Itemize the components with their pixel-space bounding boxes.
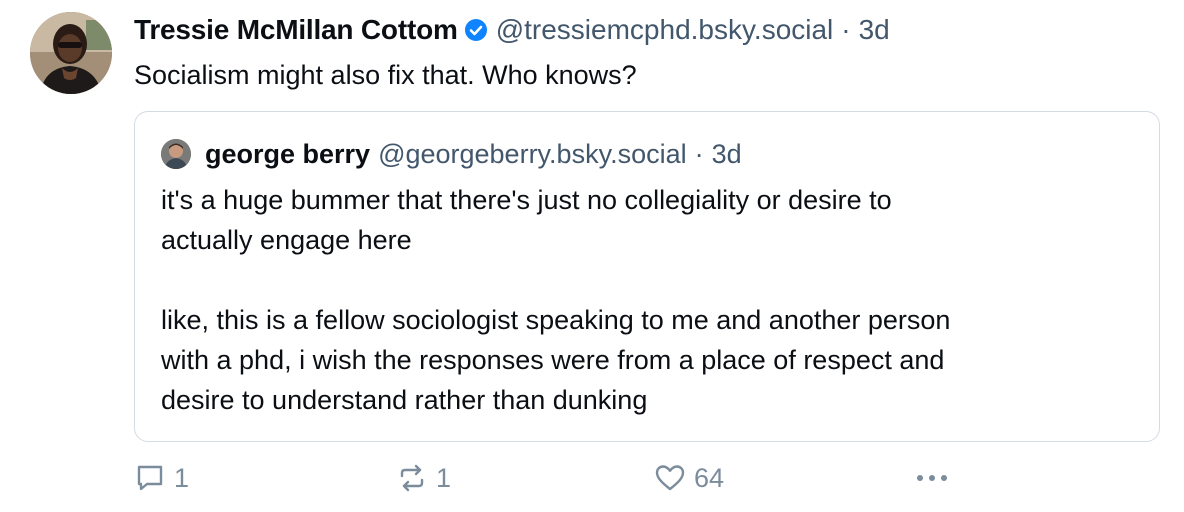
quoted-paragraph-1: it's a huge bummer that there's just no … (161, 180, 1131, 260)
post-actions: 1 1 64 (134, 458, 954, 498)
ellipsis-icon (917, 475, 947, 481)
quoted-line-2: actually engage here (161, 225, 412, 255)
post-header: Tressie McMillan Cottom @tressiemcphd.bs… (134, 10, 890, 50)
quoted-separator-dot: · (694, 138, 704, 169)
quoted-post[interactable]: george berry @georgeberry.bsky.social · … (134, 111, 1160, 442)
quoted-paragraph-2: like, this is a fellow sociologist speak… (161, 300, 1131, 420)
reply-count: 1 (174, 462, 190, 493)
speech-bubble-icon (137, 465, 163, 491)
reply-button[interactable]: 1 (134, 458, 189, 498)
repost-button[interactable]: 1 (396, 458, 451, 498)
quoted-line-5: desire to understand rather than dunking (161, 385, 648, 415)
quoted-line-1: it's a huge bummer that there's just no … (161, 185, 892, 215)
more-options-button[interactable] (914, 458, 958, 498)
quoted-post-header: george berry @georgeberry.bsky.social · … (161, 134, 742, 174)
heart-icon (655, 465, 685, 491)
quoted-post-timestamp[interactable]: 3d (712, 139, 742, 170)
quoted-line-4: with a phd, i wish the responses were fr… (161, 345, 945, 375)
repost-arrows-icon (400, 464, 424, 492)
author-display-name[interactable]: Tressie McMillan Cottom (134, 14, 458, 46)
quoted-author-avatar[interactable] (161, 139, 191, 169)
post[interactable]: Tressie McMillan Cottom @tressiemcphd.bs… (0, 0, 1184, 512)
repost-count: 1 (436, 462, 452, 493)
quoted-author-handle[interactable]: @georgeberry.bsky.social (378, 139, 687, 170)
quoted-author-display-name[interactable]: george berry (205, 139, 370, 170)
post-timestamp[interactable]: 3d (859, 14, 890, 46)
like-count: 64 (694, 462, 725, 493)
author-handle[interactable]: @tressiemcphd.bsky.social (496, 14, 834, 46)
quoted-line-3: like, this is a fellow sociologist speak… (161, 305, 951, 335)
verified-check-icon[interactable] (464, 18, 488, 42)
like-button[interactable]: 64 (654, 458, 724, 498)
separator-dot: · (841, 14, 851, 45)
author-avatar[interactable] (30, 12, 112, 94)
quoted-post-text: it's a huge bummer that there's just no … (161, 180, 1131, 420)
post-text: Socialism might also fix that. Who knows… (134, 60, 637, 90)
